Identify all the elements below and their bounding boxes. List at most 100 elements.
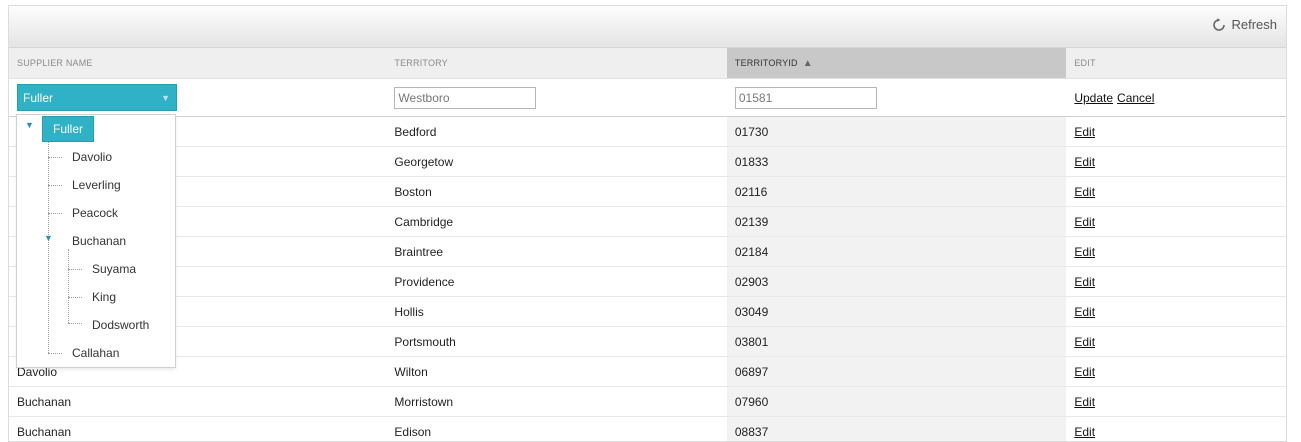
edit-actions-cell: Update Cancel (1066, 79, 1286, 116)
tree-node[interactable]: Dodsworth (92, 315, 149, 335)
edit-link[interactable]: Edit (1074, 365, 1095, 379)
grid-toolbar: Refresh (9, 6, 1286, 48)
edit-cell: Edit (1066, 267, 1286, 296)
territoryid-cell (726, 79, 1067, 116)
table-row[interactable]: Bedford 01730 Edit (9, 117, 1286, 147)
edit-link[interactable]: Edit (1074, 125, 1095, 139)
territoryid-cell: 02184 (726, 237, 1067, 266)
tree-connector (68, 269, 82, 270)
supplier-tree-dropdown: ▼ Fuller Davolio Leverling Peacock ▼ Buc… (16, 114, 176, 368)
edit-cell: Edit (1066, 237, 1286, 266)
supplier-cell: Buchanan (17, 394, 72, 409)
territoryid-cell: 02139 (726, 207, 1067, 236)
edit-cell: Edit (1066, 117, 1286, 146)
territory-cell: Boston (394, 184, 432, 199)
column-header-label: TERRITORYID (734, 58, 798, 68)
column-header-label: EDIT (1074, 58, 1096, 68)
territory-cell: Georgetow (394, 154, 454, 169)
territoryid-cell: 01730 (726, 117, 1067, 146)
edit-link[interactable]: Edit (1074, 425, 1095, 439)
territory-cell: Edison (394, 424, 432, 439)
column-header-edit[interactable]: EDIT (1066, 48, 1286, 78)
edit-cell: Edit (1066, 327, 1286, 356)
tree-node[interactable]: Callahan (72, 343, 119, 363)
table-row[interactable]: Providence 02903 Edit (9, 267, 1286, 297)
edit-link[interactable]: Edit (1074, 155, 1095, 169)
expand-icon[interactable]: ▼ (25, 120, 34, 130)
territory-cell: Wilton (394, 364, 428, 379)
tree-connector (68, 323, 82, 324)
tree-node[interactable]: King (92, 287, 116, 307)
table-row[interactable]: Buchanan Morristown 07960 Edit (9, 387, 1286, 417)
supplier-dropdown[interactable]: Fuller ▼ (17, 84, 177, 111)
territoryid-cell: 03049 (726, 297, 1067, 326)
territoryid-cell: 02116 (726, 177, 1067, 206)
refresh-icon (1212, 17, 1226, 32)
territoryid-cell: 01833 (726, 147, 1067, 176)
tree-node[interactable]: Davolio (72, 147, 112, 167)
tree-node[interactable]: Leverling (72, 175, 121, 195)
edit-cell: Edit (1066, 147, 1286, 176)
cancel-link[interactable]: Cancel (1117, 91, 1154, 105)
update-link[interactable]: Update (1074, 91, 1113, 105)
tree-node[interactable]: Peacock (72, 203, 118, 223)
tree-node[interactable]: Suyama (92, 259, 136, 279)
grid-body: Bedford 01730 Edit Georgetow 01833 Edit Bost… (9, 117, 1286, 441)
table-row[interactable]: Buchanan Edison 08837 Edit (9, 417, 1286, 441)
edit-link[interactable]: Edit (1074, 395, 1095, 409)
data-grid: Refresh SUPPLIER NAME TERRITORY TERRITOR… (8, 5, 1287, 442)
edit-link[interactable]: Edit (1074, 275, 1095, 289)
sort-up-icon: ▲ (802, 57, 813, 69)
column-header-territory[interactable]: TERRITORY (386, 48, 726, 78)
table-row[interactable]: Portsmouth 03801 Edit (9, 327, 1286, 357)
tree-connector (68, 297, 82, 298)
chevron-down-icon: ▼ (161, 92, 170, 103)
territoryid-input[interactable] (734, 86, 877, 109)
table-row[interactable]: Boston 02116 Edit (9, 177, 1286, 207)
tree-connector (68, 249, 69, 323)
refresh-button[interactable]: Refresh (1212, 17, 1277, 32)
edit-link[interactable]: Edit (1074, 335, 1095, 349)
tree-connector (48, 139, 49, 353)
edit-cell: Edit (1066, 297, 1286, 326)
table-row[interactable]: Cambridge 02139 Edit (9, 207, 1286, 237)
column-header-supplier-name[interactable]: SUPPLIER NAME (9, 48, 386, 78)
supplier-dropdown-value: Fuller (23, 90, 54, 105)
tree-node-root[interactable]: Fuller (42, 116, 95, 142)
territory-cell: Morristown (394, 394, 454, 409)
territory-cell: Hollis (394, 304, 424, 319)
edit-link[interactable]: Edit (1074, 215, 1095, 229)
column-header-territoryid[interactable]: TERRITORYID ▲ (726, 48, 1067, 78)
grid-header: SUPPLIER NAME TERRITORY TERRITORYID ▲ ED… (9, 48, 1286, 79)
tree-node[interactable]: Buchanan (72, 231, 126, 251)
supplier-cell: Fuller ▼ (9, 79, 386, 116)
column-header-label: TERRITORY (394, 58, 448, 68)
edit-row: Fuller ▼ Update Cancel (9, 79, 1286, 117)
edit-cell: Edit (1066, 357, 1286, 386)
tree-connector (48, 353, 62, 354)
territoryid-cell: 08837 (726, 417, 1067, 441)
territory-cell (386, 79, 726, 116)
edit-cell: Edit (1066, 177, 1286, 206)
supplier-cell: Buchanan (17, 424, 72, 439)
territory-cell: Portsmouth (394, 334, 456, 349)
territory-cell: Cambridge (394, 214, 454, 229)
table-row[interactable]: Braintree 02184 Edit (9, 237, 1286, 267)
territory-cell: Bedford (394, 124, 437, 139)
territoryid-cell: 06897 (726, 357, 1067, 386)
edit-link[interactable]: Edit (1074, 185, 1095, 199)
territory-cell: Braintree (394, 244, 444, 259)
edit-link[interactable]: Edit (1074, 245, 1095, 259)
tree-connector (48, 157, 62, 158)
refresh-label: Refresh (1231, 17, 1277, 32)
table-row[interactable]: Georgetow 01833 Edit (9, 147, 1286, 177)
territoryid-cell: 07960 (726, 387, 1067, 416)
territoryid-cell: 02903 (726, 267, 1067, 296)
territory-input[interactable] (394, 86, 537, 109)
table-row[interactable]: Hollis 03049 Edit (9, 297, 1286, 327)
table-row[interactable]: Davolio Wilton 06897 Edit (9, 357, 1286, 387)
expand-icon[interactable]: ▼ (44, 233, 53, 243)
edit-link[interactable]: Edit (1074, 305, 1095, 319)
tree-connector (48, 213, 62, 214)
column-header-label: SUPPLIER NAME (17, 58, 93, 68)
